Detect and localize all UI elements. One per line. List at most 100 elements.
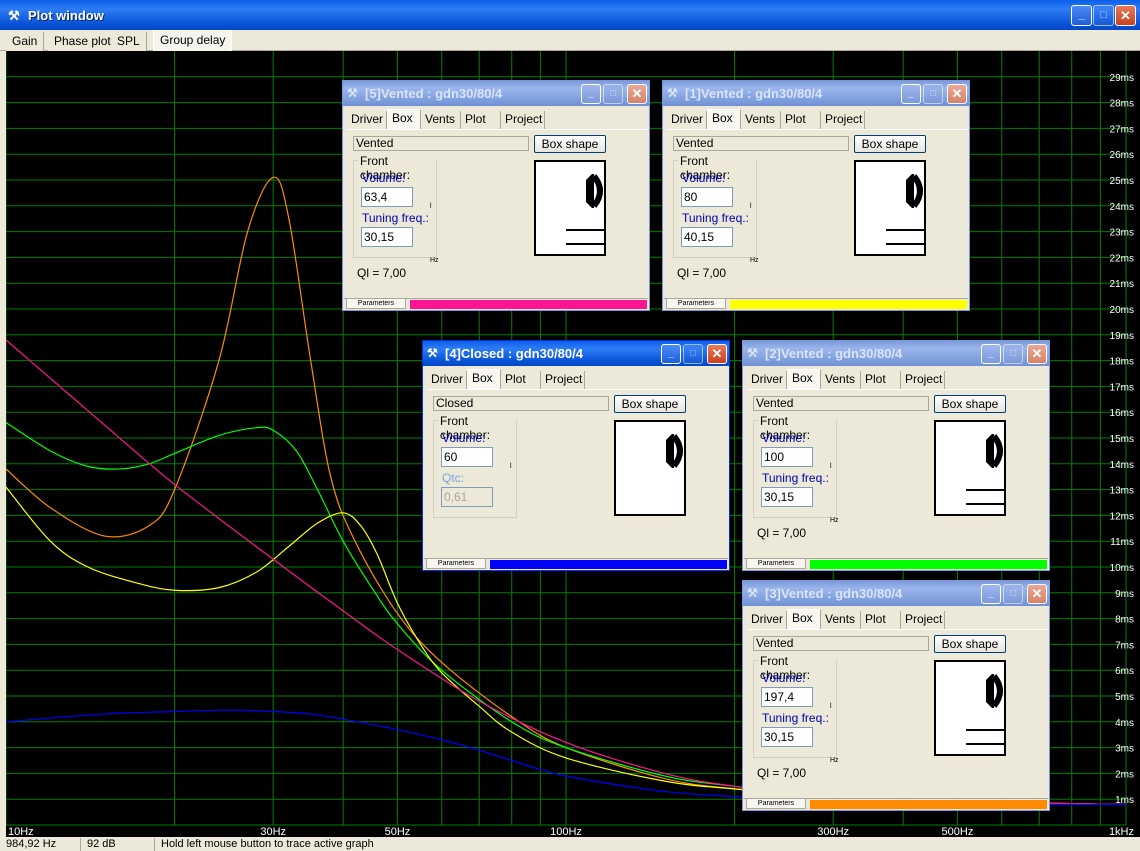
volume-input[interactable]: 100 [761,447,813,467]
parameters-tab[interactable]: Parameters [746,799,806,809]
subwindow-title: [5]Vented : gdn30/80/4 [365,86,503,101]
tab-phase-plot[interactable]: Phase plot [48,32,118,51]
tab-project[interactable]: Project [541,371,585,389]
box-shape-button[interactable]: Box shape [934,635,1006,653]
tab-box[interactable]: Box [467,369,501,389]
tab-driver[interactable]: Driver [347,111,387,129]
x-tick-label: 50Hz [385,826,411,837]
minimize-button[interactable]: _ [581,84,601,104]
frequency-unit: Hz [830,517,839,524]
minimize-button[interactable]: _ [1071,5,1092,26]
box-tab-panel: Vented Box shape Front chamber: Volume: … [747,629,1047,798]
minimize-button[interactable]: _ [661,344,681,364]
tab-plot[interactable]: Plot [861,611,901,629]
tab-vents[interactable]: Vents [741,111,781,129]
close-button[interactable]: ✕ [1027,344,1047,364]
maximize-button[interactable]: □ [683,344,703,364]
volume-unit: l [830,703,832,710]
tab-group-delay[interactable]: Group delay [153,30,233,51]
parameters-tab[interactable]: Parameters [426,559,486,569]
tab-project[interactable]: Project [901,611,945,629]
box-tab-panel: Closed Box shape Front chamber: Volume: … [427,389,727,558]
subwindow-title-bar[interactable]: ⚒ [5]Vented : gdn30/80/4 _ □ ✕ [343,81,649,106]
box-window-w2: ⚒ [2]Vented : gdn30/80/4 _ □ ✕ Driver Box… [742,340,1050,571]
tab-vents[interactable]: Vents [821,611,861,629]
box-type-field[interactable]: Vented [753,636,929,651]
y-tick-label: 3ms [1115,744,1134,755]
app-icon: ⚒ [667,86,678,100]
parameters-tab[interactable]: Parameters [346,299,406,309]
tuning-freq-label: Tuning freq.: [762,711,829,725]
maximize-button[interactable]: □ [603,84,623,104]
close-button[interactable]: ✕ [1027,584,1047,604]
close-button[interactable]: ✕ [627,84,647,104]
y-tick-label: 25ms [1110,176,1134,187]
tab-driver[interactable]: Driver [667,111,707,129]
volume-input[interactable]: 80 [681,187,733,207]
tab-gain[interactable]: Gain [6,32,45,51]
tab-box[interactable]: Box [707,109,741,129]
tuning-freq-input[interactable]: 40,15 [681,227,733,247]
status-bar: 984,92 Hz 92 dB Hold left mouse button t… [0,837,1140,851]
graph-color-bar [730,300,967,309]
tab-box[interactable]: Box [787,609,821,629]
maximize-button[interactable]: □ [1003,584,1023,604]
subwindow-title-bar[interactable]: ⚒ [4]Closed : gdn30/80/4 _ □ ✕ [423,341,729,366]
tab-driver[interactable]: Driver [747,371,787,389]
box-shape-button[interactable]: Box shape [934,395,1006,413]
tab-plot[interactable]: Plot [861,371,901,389]
tab-box[interactable]: Box [787,369,821,389]
tab-project[interactable]: Project [901,371,945,389]
volume-input[interactable]: 60 [441,447,493,467]
subwindow-title-bar[interactable]: ⚒ [3]Vented : gdn30/80/4 _ □ ✕ [743,581,1049,606]
speaker-cone-shape [591,174,603,208]
subwindow-title-bar[interactable]: ⚒ [2]Vented : gdn30/80/4 _ □ ✕ [743,341,1049,366]
box-shape-button[interactable]: Box shape [854,135,926,153]
tab-plot[interactable]: Plot [501,371,541,389]
tab-driver[interactable]: Driver [427,371,467,389]
minimize-button[interactable]: _ [981,344,1001,364]
volume-label: Volume: [762,671,806,685]
box-type-field[interactable]: Closed [433,396,609,411]
y-tick-label: 20ms [1110,305,1134,316]
tuning-freq-input[interactable]: 30,15 [361,227,413,247]
y-tick-label: 26ms [1110,150,1134,161]
tab-project[interactable]: Project [821,111,865,129]
tab-driver[interactable]: Driver [747,611,787,629]
tab-box[interactable]: Box [387,109,421,129]
tab-vents[interactable]: Vents [821,371,861,389]
box-type-field[interactable]: Vented [753,396,929,411]
box-type-field[interactable]: Vented [353,136,529,151]
maximize-button[interactable]: □ [1093,5,1114,26]
close-button[interactable]: ✕ [947,84,967,104]
minimize-button[interactable]: _ [981,584,1001,604]
maximize-button[interactable]: □ [923,84,943,104]
title-bar[interactable]: ⚒ Plot window _ □ ✕ [0,0,1140,30]
box-shape-button[interactable]: Box shape [614,395,686,413]
x-tick-label: 100Hz [550,826,582,837]
tab-project[interactable]: Project [501,111,545,129]
close-button[interactable]: ✕ [707,344,727,364]
parameters-tab[interactable]: Parameters [746,559,806,569]
box-type-field[interactable]: Vented [673,136,849,151]
x-tick-label: 300Hz [817,826,849,837]
maximize-button[interactable]: □ [1003,344,1023,364]
parameters-tab[interactable]: Parameters [666,299,726,309]
tuning-freq-input[interactable]: 30,15 [761,727,813,747]
subwindow-title-bar[interactable]: ⚒ [1]Vented : gdn30/80/4 _ □ ✕ [663,81,969,106]
close-button[interactable]: ✕ [1115,5,1136,26]
volume-input[interactable]: 197,4 [761,687,813,707]
tab-spl[interactable]: SPL [111,32,147,51]
tuning-freq-input[interactable]: 30,15 [761,487,813,507]
tab-plot[interactable]: Plot [461,111,501,129]
y-tick-label: 23ms [1110,228,1134,239]
minimize-button[interactable]: _ [901,84,921,104]
tab-plot[interactable]: Plot [781,111,821,129]
volume-label: Volume: [442,431,486,445]
graph-color-bar [490,560,727,569]
volume-input[interactable]: 63,4 [361,187,413,207]
box-shape-button[interactable]: Box shape [534,135,606,153]
app-icon: ⚒ [347,86,358,100]
tab-vents[interactable]: Vents [421,111,461,129]
front-chamber-group: Front chamber: Volume: 63,4 l Tuning fre… [353,154,439,264]
